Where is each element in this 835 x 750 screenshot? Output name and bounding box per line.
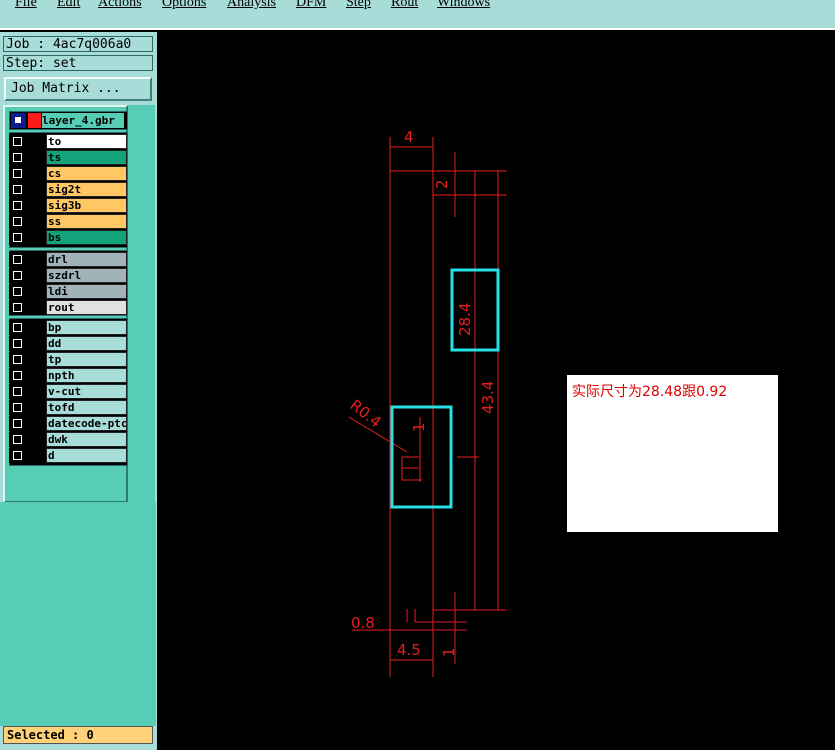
layer-name[interactable]: bp: [46, 320, 127, 335]
left-panel-filler: [0, 502, 156, 726]
layer-name[interactable]: to: [46, 134, 127, 149]
menu-edit[interactable]: Edit: [57, 0, 80, 11]
layer-checkbox-icon[interactable]: [13, 255, 22, 264]
menu-dfm[interactable]: DFM: [296, 0, 326, 11]
layer-row-bp[interactable]: bp: [9, 320, 127, 335]
dim-text-bottom-width: 4.5: [397, 641, 421, 659]
layer-checkbox-icon[interactable]: [13, 287, 22, 296]
dim-text-top-width: 4: [404, 128, 414, 146]
note-box: 实际尺寸为28.48跟0.92: [567, 375, 778, 532]
layer-name[interactable]: ts: [46, 150, 127, 165]
layer-rows: to ts cs sig2t sig3b ss bs drl szdrl ldi rout bp dd t…: [5, 107, 130, 505]
layer-checkbox-icon[interactable]: [13, 355, 22, 364]
selected-count: Selected : 0: [3, 726, 153, 744]
dim-text-small: 1: [410, 422, 428, 432]
dim-text-bottom-gap: 0.8: [351, 614, 375, 632]
layer-name[interactable]: dd: [46, 336, 127, 351]
layer-checkbox-icon[interactable]: [13, 339, 22, 348]
layer-row-dwk[interactable]: dwk: [9, 432, 127, 447]
layer-checkbox-icon[interactable]: [13, 271, 22, 280]
layer-name[interactable]: drl: [46, 252, 127, 267]
layer-row-bs[interactable]: bs: [9, 230, 127, 245]
layer-panel-gutter: [128, 105, 155, 503]
menu-analysis[interactable]: Analysis: [227, 0, 276, 11]
job-label: Job : 4ac7q006a0: [3, 36, 153, 52]
layer-row-ldi[interactable]: ldi: [9, 284, 127, 299]
layer-row-tofd[interactable]: tofd: [9, 400, 127, 415]
layer-row-to[interactable]: to: [9, 134, 127, 149]
layer-row-d[interactable]: d: [9, 448, 127, 463]
layer-row-npth[interactable]: npth: [9, 368, 127, 383]
layer-checkbox-icon[interactable]: [13, 217, 22, 226]
menu-options[interactable]: Options: [162, 0, 206, 11]
layer-row-szdrl[interactable]: szdrl: [9, 268, 127, 283]
layer-checkbox-icon[interactable]: [13, 169, 22, 178]
layer-checkbox-icon[interactable]: [13, 137, 22, 146]
layer-name[interactable]: szdrl: [46, 268, 127, 283]
layer-name[interactable]: sig2t: [46, 182, 127, 197]
job-matrix-button[interactable]: Job Matrix ...: [4, 77, 152, 101]
left-panel: Job : 4ac7q006a0 Step: set Job Matrix ..…: [0, 32, 157, 750]
layer-name[interactable]: rout: [46, 300, 127, 315]
layer-name[interactable]: ldi: [46, 284, 127, 299]
layer-name[interactable]: bs: [46, 230, 127, 245]
dim-text-slot-length: 28.4: [456, 303, 474, 336]
layer-checkbox-icon[interactable]: [13, 435, 22, 444]
layer-row-sig3b[interactable]: sig3b: [9, 198, 127, 213]
layer-row-v-cut[interactable]: v-cut: [9, 384, 127, 399]
layer-row-tp[interactable]: tp: [9, 352, 127, 367]
layer-row-drl[interactable]: drl: [9, 252, 127, 267]
dim-text-bottom-small: 1: [440, 647, 458, 657]
layer-checkbox-icon[interactable]: [13, 185, 22, 194]
layer-row-rout[interactable]: rout: [9, 300, 127, 315]
layer-checkbox-icon[interactable]: [13, 371, 22, 380]
layer-row-dd[interactable]: dd: [9, 336, 127, 351]
layer-checkbox-icon[interactable]: [13, 419, 22, 428]
layer-checkbox-icon[interactable]: [13, 323, 22, 332]
dim-text-total-length: 43.4: [479, 381, 497, 414]
layer-name[interactable]: d: [46, 448, 127, 463]
e-shape: [401, 456, 422, 481]
layer-name[interactable]: tp: [46, 352, 127, 367]
dim-text-radius: R0.4: [347, 396, 385, 431]
layer-name[interactable]: datecode-ptc: [46, 416, 127, 431]
menu-step[interactable]: Step: [346, 0, 371, 11]
layer-checkbox-icon[interactable]: [13, 153, 22, 162]
menu-windows[interactable]: Windows: [437, 0, 490, 11]
layer-row-datecode-ptc[interactable]: datecode-ptc: [9, 416, 127, 431]
layer-name[interactable]: tofd: [46, 400, 127, 415]
note-text: 实际尺寸为28.48跟0.92: [572, 384, 728, 400]
layer-checkbox-icon[interactable]: [13, 403, 22, 412]
layer-row-cs[interactable]: cs: [9, 166, 127, 181]
menu-rout[interactable]: Rout: [391, 0, 418, 11]
layer-row-sig2t[interactable]: sig2t: [9, 182, 127, 197]
layer-name[interactable]: npth: [46, 368, 127, 383]
layer-name[interactable]: dwk: [46, 432, 127, 447]
layer-checkbox-icon[interactable]: [13, 451, 22, 460]
layer-checkbox-icon[interactable]: [13, 387, 22, 396]
layer-name[interactable]: v-cut: [46, 384, 127, 399]
layer-name[interactable]: sig3b: [46, 198, 127, 213]
menu-actions[interactable]: Actions: [98, 0, 142, 11]
layer-checkbox-icon[interactable]: [13, 233, 22, 242]
layer-checkbox-icon[interactable]: [13, 201, 22, 210]
menu-file[interactable]: File: [15, 0, 37, 11]
dim-text-top-gap: 2: [433, 179, 451, 189]
highlight-rect-lower[interactable]: [390, 405, 453, 509]
step-label: Step: set: [3, 55, 153, 71]
layer-checkbox-icon[interactable]: [13, 303, 22, 312]
layer-row-ts[interactable]: ts: [9, 150, 127, 165]
layer-name[interactable]: cs: [46, 166, 127, 181]
layer-list-panel: layer_4.gbr to ts cs sig2t sig3b ss bs drl szdrl…: [3, 105, 128, 503]
menu-bar: File Edit Actions Options Analysis DFM S…: [0, 0, 835, 30]
layer-name[interactable]: ss: [46, 214, 127, 229]
layer-row-ss[interactable]: ss: [9, 214, 127, 229]
